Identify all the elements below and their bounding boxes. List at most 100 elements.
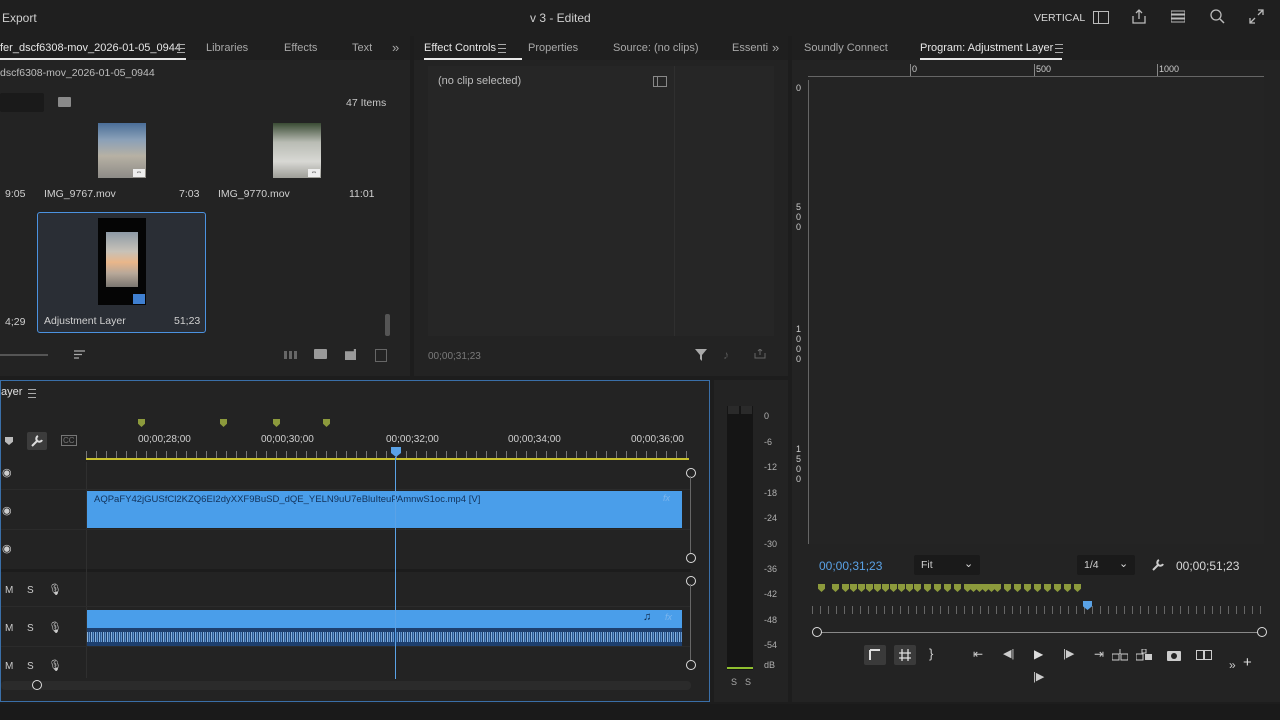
tab-essential[interactable]: Essenti	[732, 42, 768, 54]
vertical-scrollbar[interactable]	[385, 314, 390, 336]
zoom-slider[interactable]	[0, 354, 48, 356]
search-icon[interactable]	[1210, 9, 1225, 24]
share-icon[interactable]	[1131, 9, 1147, 24]
timeline-toggle-icon[interactable]	[653, 76, 667, 87]
tab-soundly-connect[interactable]: Soundly Connect	[804, 42, 888, 54]
scroll-handle[interactable]	[32, 680, 42, 690]
thumbnail-img-9770[interactable]: ⇔	[273, 123, 321, 178]
fullscreen-icon[interactable]	[1249, 9, 1264, 24]
extract-icon[interactable]	[1135, 648, 1152, 661]
timeline-settings-button[interactable]	[27, 432, 47, 450]
more-tabs-icon[interactable]: »	[772, 40, 779, 55]
video-canvas[interactable]	[809, 77, 1264, 544]
safe-margins-button[interactable]	[864, 645, 886, 665]
tab-properties[interactable]: Properties	[528, 42, 578, 54]
mute-button[interactable]: M	[5, 585, 13, 596]
workspace-label[interactable]: VERTICAL	[1034, 12, 1085, 24]
tab-source[interactable]: Source: (no clips)	[613, 42, 699, 54]
tab-libraries[interactable]: Libraries	[206, 42, 248, 54]
eye-icon[interactable]: ◉	[2, 467, 12, 479]
wrench-icon[interactable]	[1151, 559, 1164, 572]
microphone-icon[interactable]: 🎙	[48, 584, 62, 596]
step-back-icon[interactable]: ◀|	[1003, 648, 1014, 660]
video-clip[interactable]: AQPaFY42jGUSfCl2KZQ6EI2dyXXF9BuSD_dQE_YE…	[87, 491, 682, 528]
camera-icon[interactable]	[1167, 649, 1181, 661]
meter-solo-button[interactable]: S	[731, 677, 737, 687]
vertical-zoom-handle[interactable]	[686, 468, 696, 478]
panel-menu-icon[interactable]	[28, 389, 36, 398]
ruler-label-1500: 1500	[796, 444, 802, 484]
sequence-marker[interactable]	[220, 419, 227, 427]
panel-menu-icon[interactable]	[177, 44, 185, 53]
fit-value: Fit	[921, 559, 933, 571]
solo-button[interactable]: S	[27, 661, 34, 672]
trash-icon[interactable]	[375, 349, 387, 362]
workspace-panel-icon[interactable]	[1093, 11, 1109, 24]
add-marker-icon[interactable]	[5, 437, 13, 445]
panel-menu-icon[interactable]	[1055, 44, 1063, 53]
sequence-tab[interactable]: ayer	[1, 386, 22, 398]
mini-time-ruler[interactable]	[812, 606, 1266, 614]
eye-icon[interactable]: ◉	[2, 543, 12, 555]
vertical-zoom-handle[interactable]	[686, 660, 696, 670]
export-audio-icon[interactable]: ♪	[723, 349, 729, 361]
automate-icon[interactable]	[284, 351, 297, 359]
tab-effect-controls[interactable]: Effect Controls	[424, 42, 496, 54]
panel-menu-icon[interactable]	[498, 44, 506, 53]
program-markers[interactable]	[818, 584, 1088, 594]
more-tabs-icon[interactable]: »	[392, 40, 399, 55]
microphone-icon[interactable]: 🎙	[48, 660, 62, 672]
mute-button[interactable]: M	[5, 661, 13, 672]
zoom-scrollbar[interactable]	[818, 632, 1262, 633]
export-icon[interactable]	[754, 348, 766, 359]
search-input[interactable]	[0, 93, 44, 112]
go-to-out-icon[interactable]: ⇥	[1094, 648, 1104, 660]
item-name[interactable]: IMG_9767.mov	[44, 188, 116, 200]
sequence-marker[interactable]	[138, 419, 145, 427]
vertical-zoom-handle[interactable]	[686, 553, 696, 563]
solo-button[interactable]: S	[27, 585, 34, 596]
add-button-icon[interactable]: +	[1243, 655, 1252, 670]
meter-solo-button[interactable]: S	[745, 677, 751, 687]
tab-program[interactable]: Program: Adjustment Layer	[920, 42, 1053, 54]
play-in-to-out-icon[interactable]: |▶	[1033, 671, 1044, 683]
new-bin-icon[interactable]	[314, 349, 327, 359]
comparison-view-icon[interactable]	[1196, 650, 1212, 660]
timeline-horizontal-scrollbar[interactable]	[1, 681, 691, 690]
playhead-timecode[interactable]: 00;00;31;23	[819, 559, 882, 573]
solo-button[interactable]: S	[27, 623, 34, 634]
sequence-marker[interactable]	[323, 419, 330, 427]
lift-icon[interactable]	[1111, 649, 1129, 661]
vertical-zoom-handle[interactable]	[686, 576, 696, 586]
progress-icon[interactable]	[1170, 10, 1186, 23]
mark-out-icon[interactable]: }	[929, 647, 933, 660]
go-to-in-icon[interactable]: ⇤	[973, 648, 983, 660]
fit-dropdown[interactable]: Fit ⌄	[914, 555, 980, 575]
status-bar	[0, 704, 1280, 720]
tab-effects[interactable]: Effects	[284, 42, 317, 54]
thumbnail-img-9767[interactable]: ⇔	[98, 123, 146, 178]
eye-icon[interactable]: ◉	[2, 505, 12, 517]
item-name[interactable]: IMG_9770.mov	[218, 188, 290, 200]
microphone-icon[interactable]: 🎙	[48, 622, 62, 634]
more-controls-icon[interactable]: »	[1229, 659, 1236, 671]
export-tab[interactable]: Export	[2, 11, 37, 25]
sort-icon[interactable]	[74, 350, 85, 359]
sequence-marker[interactable]	[273, 419, 280, 427]
step-forward-icon[interactable]: |▶	[1063, 648, 1074, 660]
play-icon[interactable]: ▶	[1034, 648, 1043, 660]
mute-button[interactable]: M	[5, 623, 13, 634]
resolution-dropdown[interactable]: 1/4 ⌄	[1077, 555, 1135, 575]
filter-icon[interactable]	[695, 349, 707, 361]
zoom-handle-right[interactable]	[1257, 627, 1267, 637]
grid-button[interactable]	[894, 645, 916, 665]
audio-clip[interactable]: ♫ fx	[87, 610, 682, 646]
tab-project-bin[interactable]: fer_dscf6308-mov_2026-01-05_0944	[0, 42, 181, 54]
work-area-bar[interactable]	[86, 458, 689, 460]
find-bin-icon[interactable]	[58, 97, 71, 107]
item-name[interactable]: Adjustment Layer	[44, 315, 126, 327]
tab-text[interactable]: Text	[352, 42, 372, 54]
new-item-icon[interactable]	[345, 349, 356, 360]
zoom-handle-left[interactable]	[812, 627, 822, 637]
captions-icon[interactable]: CC	[61, 435, 77, 446]
